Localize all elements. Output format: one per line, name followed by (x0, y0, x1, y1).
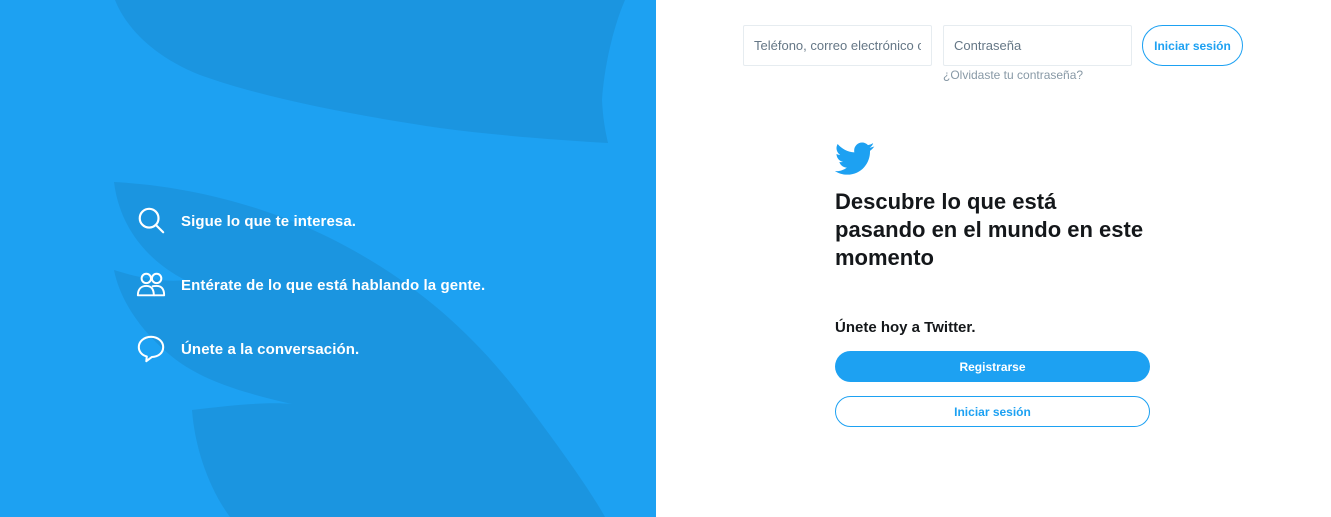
people-icon (135, 269, 167, 301)
forgot-password-link[interactable]: ¿Olvidaste tu contraseña? (943, 68, 1083, 82)
register-button[interactable]: Registrarse (835, 351, 1150, 382)
password-input[interactable] (943, 25, 1132, 66)
speech-bubble-icon (135, 333, 167, 365)
feature-text: Únete a la conversación. (181, 340, 360, 358)
left-panel: Sigue lo que te interesa. Entérate de lo… (0, 0, 656, 517)
search-icon (135, 205, 167, 237)
signup-area: Descubre lo que está pasando en el mundo… (835, 142, 1150, 427)
feature-item-follow: Sigue lo que te interesa. (135, 205, 485, 237)
feature-text: Entérate de lo que está hablando la gent… (181, 276, 486, 294)
join-text: Únete hoy a Twitter. (835, 319, 976, 336)
feature-item-conversation: Únete a la conversación. (135, 333, 485, 365)
twitter-bird-icon (835, 142, 875, 175)
feature-item-people: Entérate de lo que está hablando la gent… (135, 269, 485, 301)
headline: Descubre lo que está pasando en el mundo… (835, 189, 1144, 270)
phone-email-username-input[interactable] (743, 25, 932, 66)
login-button[interactable]: Iniciar sesión (1142, 25, 1243, 66)
feature-list: Sigue lo que te interesa. Entérate de lo… (135, 205, 485, 397)
secondary-login-button[interactable]: Iniciar sesión (835, 396, 1150, 427)
feature-text: Sigue lo que te interesa. (181, 212, 357, 230)
